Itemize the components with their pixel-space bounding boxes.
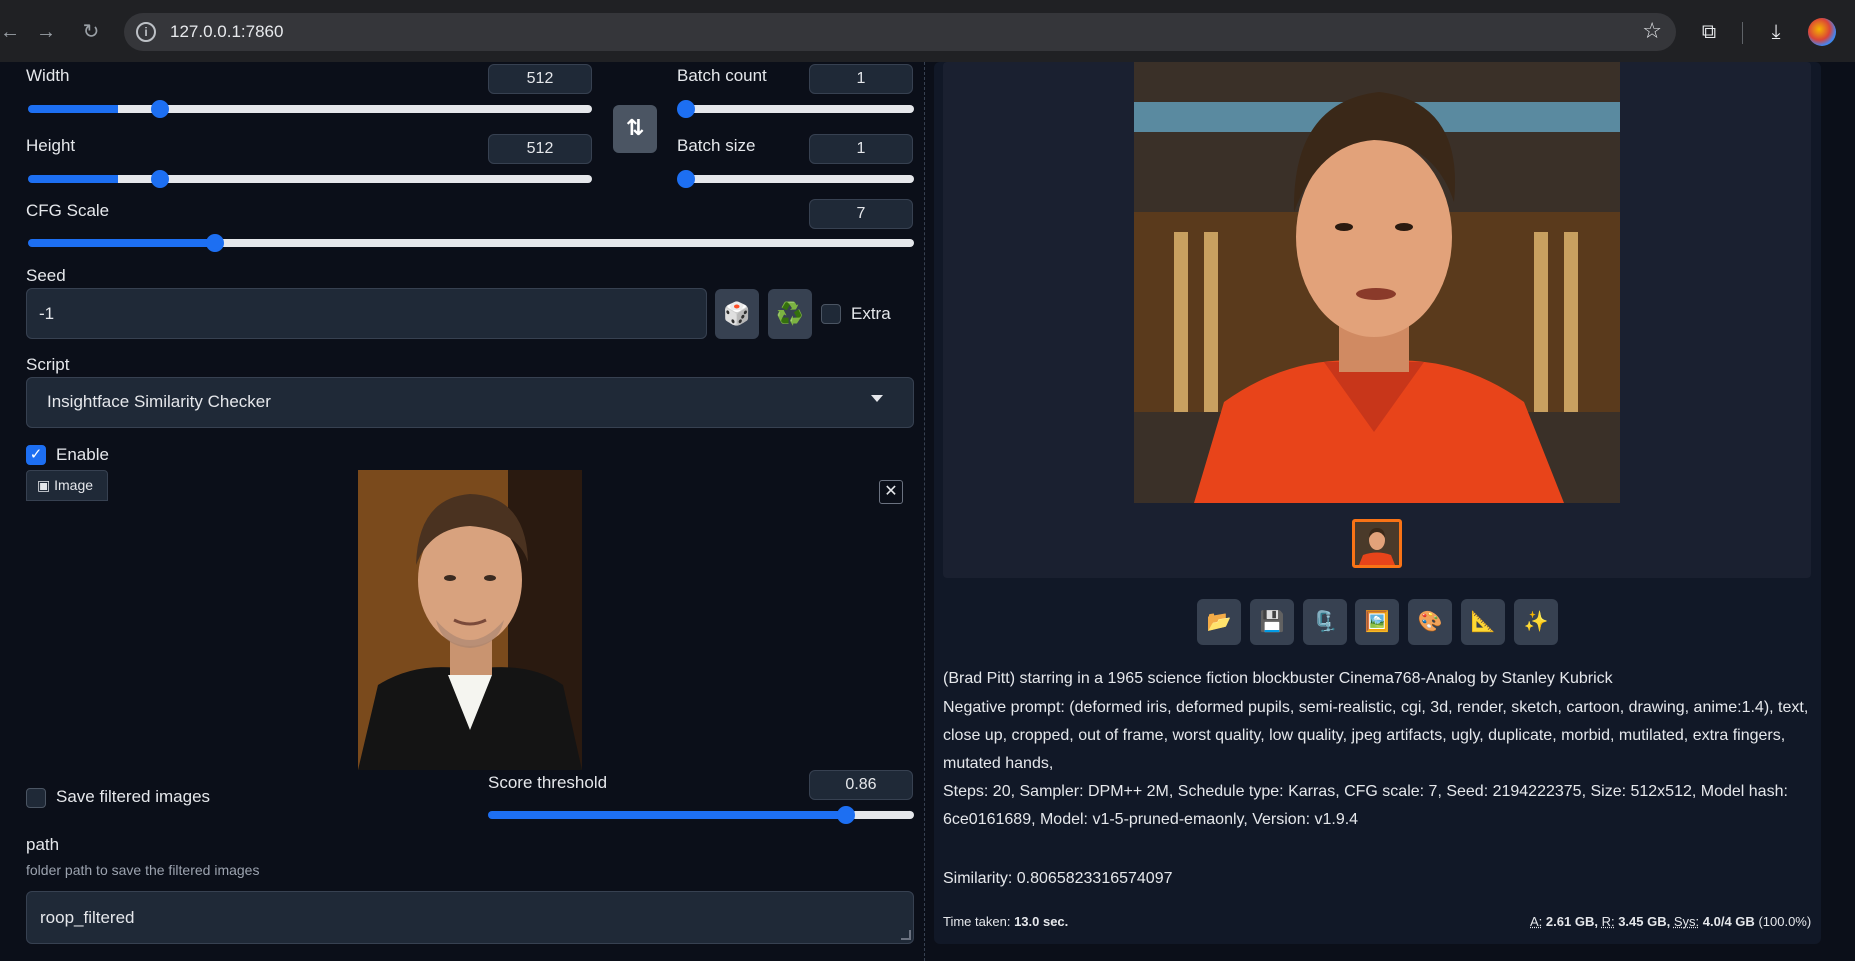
image-tab: ▣ Image [26,470,108,501]
time-taken: Time taken: 13.0 sec. [943,914,1068,929]
batch-count-input[interactable]: 1 [809,64,913,94]
resize-handle-icon[interactable] [901,930,911,940]
gallery-thumbnail[interactable] [1352,519,1402,568]
width-slider-thumb[interactable] [151,100,169,118]
memory-usage: A: 2.61 GB, R: 3.45 GB, Sys: 4.0/4 GB (1… [1530,914,1811,929]
width-slider[interactable] [28,105,592,113]
generated-image[interactable] [1134,62,1620,503]
extra-label: Extra [851,304,891,323]
path-description: folder path to save the filtered images [26,862,260,878]
reuse-seed-recycle-icon[interactable]: ♻️ [768,289,812,339]
mem-a-value: 2.61 GB, [1545,914,1598,929]
close-icon[interactable]: ✕ [879,480,903,504]
chevron-down-icon [871,395,883,402]
batch-count-label: Batch count [677,66,767,85]
extra-checkbox[interactable] [821,304,841,324]
browser-chrome: ← → ↻ i 127.0.0.1:7860 ☆ ⧉ ⤓ [0,0,1855,62]
send-to-inpaint-icon[interactable]: 🎨 [1408,599,1452,645]
cfg-scale-thumb[interactable] [206,234,224,252]
swap-dimensions-button[interactable]: ⇅ [613,105,657,153]
batch-size-thumb[interactable] [677,170,695,188]
send-to-extras-icon[interactable]: 📐 [1461,599,1505,645]
height-slider[interactable] [28,175,592,183]
width-input[interactable]: 512 [488,64,592,94]
seed-input[interactable]: -1 [26,288,707,339]
random-seed-dice-icon[interactable]: 🎲 [715,289,759,339]
generation-params: Steps: 20, Sampler: DPM++ 2M, Schedule t… [943,783,1788,828]
save-filtered-label: Save filtered images [56,787,211,806]
panel-divider [924,62,925,961]
upscale-sparkles-icon[interactable]: ✨ [1514,599,1558,645]
reload-icon[interactable]: ↻ [77,18,105,46]
negative-prompt-text: Negative prompt: (deformed iris, deforme… [943,699,1809,772]
script-label: Script [26,355,70,374]
address-bar[interactable]: i 127.0.0.1:7860 ☆ [124,13,1676,51]
toolbar-divider [1742,22,1743,44]
height-label: Height [26,136,76,155]
cfg-scale-input[interactable]: 7 [809,199,913,229]
prompt-text: (Brad Pitt) starring in a 1965 science f… [943,670,1613,687]
batch-count-slider[interactable] [678,105,914,113]
batch-count-thumb[interactable] [677,100,695,118]
mem-r-label: R: [1601,914,1615,929]
similarity-text: Similarity: 0.8065823316574097 [943,870,1173,887]
height-input[interactable]: 512 [488,134,592,164]
thumbnail-drawing [1355,522,1399,565]
batch-size-input[interactable]: 1 [809,134,913,164]
script-dropdown[interactable]: Insightface Similarity Checker [26,377,914,428]
cfg-scale-label: CFG Scale [26,201,110,220]
script-selected: Insightface Similarity Checker [47,392,271,411]
save-filtered-checkbox[interactable] [26,788,46,808]
back-icon[interactable]: ← [0,18,24,46]
batch-size-label: Batch size [677,136,756,155]
time-taken-label: Time taken: [943,914,1011,929]
generated-image-drawing [1134,62,1620,503]
score-threshold-thumb[interactable] [837,806,855,824]
score-threshold-label: Score threshold [488,773,608,792]
download-icon[interactable]: ⤓ [1762,18,1790,46]
forward-icon[interactable]: → [32,18,60,46]
reference-face-image [358,470,582,770]
seed-label: Seed [26,266,66,285]
profile-avatar[interactable] [1808,18,1836,46]
open-folder-icon[interactable]: 📂 [1197,599,1241,645]
time-taken-value: 13.0 sec. [1014,914,1069,929]
address-url[interactable]: 127.0.0.1:7860 [170,22,283,42]
zip-icon[interactable]: 🗜️ [1303,599,1347,645]
save-icon[interactable]: 💾 [1250,599,1294,645]
send-to-img2img-icon[interactable]: 🖼️ [1355,599,1399,645]
image-icon: ▣ [37,477,55,493]
mem-sys-label: Sys: [1673,914,1700,929]
path-label: path [26,835,60,854]
mem-a-label: A: [1530,914,1543,929]
batch-size-slider[interactable] [678,175,914,183]
image-tab-label: Image [54,477,94,493]
enable-checkbox[interactable]: ✓ [26,445,46,465]
path-input[interactable]: roop_filtered [26,891,914,944]
reference-face-drawing [358,470,582,770]
extensions-icon[interactable]: ⧉ [1695,18,1723,46]
cfg-scale-slider[interactable] [28,239,914,247]
mem-percent: (100.0%) [1758,914,1812,929]
mem-sys-value: 4.0/4 GB [1702,914,1755,929]
width-label: Width [26,66,70,85]
site-info-icon[interactable]: i [136,22,156,42]
height-slider-thumb[interactable] [151,170,169,188]
mem-r-value: 3.45 GB, [1618,914,1671,929]
enable-label: Enable [56,445,109,464]
score-threshold-input[interactable]: 0.86 [809,770,913,800]
bookmark-star-icon[interactable]: ☆ [1642,18,1662,44]
